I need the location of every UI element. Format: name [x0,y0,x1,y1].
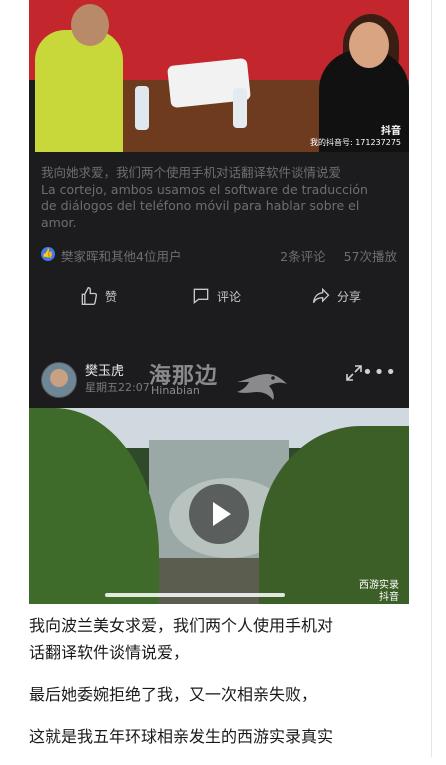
share-button[interactable]: 分享 [311,282,361,310]
post-actions: 赞 评论 分享 [29,282,409,310]
video-bottle [233,88,247,128]
feed-post-2-header: 樊玉虎 星期五22:07 海那边 Hinabian ••• [29,352,409,408]
video-watermark: 西游实录 抖音 [359,580,399,604]
username[interactable]: 樊玉虎 [85,360,124,379]
video-man-head [71,4,109,46]
video-progress-bar[interactable] [105,593,285,597]
page-right-edge [431,0,446,757]
caption-zh: 我向她求爱，我们两个使用手机对话翻译软件谈情说爱 [41,165,342,180]
comment-label: 评论 [217,289,242,304]
video-woman-head [349,22,389,68]
article-line: 话翻译软件谈情说爱， [29,643,190,662]
hinabian-watermark-en: Hinabian [151,384,200,397]
post-caption: 我向她求爱，我们两个使用手机对话翻译软件谈情说爱 La cortejo, amb… [41,165,401,231]
video-thumbnail-2[interactable]: 西游实录 抖音 [29,408,409,604]
likers-text[interactable]: 樊家晖和其他4位用户 [61,246,181,265]
douyin-account: 我的抖音号: 171237275 [309,138,401,147]
article-line: 我向波兰美女求爱，我们两个人使用手机对 [29,616,334,635]
thumbs-up-icon [81,286,98,305]
article-paragraph: 我向波兰美女求爱，我们两个人使用手机对 话翻译软件谈情说爱， [29,612,419,666]
comment-icon [193,288,209,305]
douyin-brand: 抖音 [381,126,401,137]
article-body: 我向波兰美女求爱，我们两个人使用手机对 话翻译软件谈情说爱， 最后她委婉拒绝了我… [29,612,419,765]
caption-es-line: La cortejo, ambos usamos el software de … [41,181,368,197]
post-counts: 2条评论 57次播放 [266,246,397,265]
thumbs-up-badge-icon: 👍 [41,247,55,261]
like-button[interactable]: 赞 [79,282,117,310]
avatar[interactable] [41,362,77,398]
video-man [35,30,123,152]
post-time: 星期五22:07 [85,381,150,394]
expand-icon[interactable] [345,364,363,382]
article-paragraph: 这就是我五年环球相亲发生的西游实录真实 [29,727,334,746]
plays-count: 57次播放 [343,249,397,264]
play-icon[interactable] [189,484,249,544]
caption-es-line: de diálogos del teléfono móvil para habl… [41,198,360,213]
like-label: 赞 [105,289,118,304]
share-icon [312,287,330,303]
hinabian-bird-logo-icon [237,374,287,400]
video-thumbnail-1[interactable]: 抖音 我的抖音号: 171237275 [29,0,409,152]
feed-post-1: 抖音 我的抖音号: 171237275 我向她求爱，我们两个使用手机对话翻译软件… [29,0,409,352]
video-watermark: 抖音 我的抖音号: 171237275 [310,126,401,148]
caption-es-line: amor. [41,214,77,230]
more-options-icon[interactable]: ••• [362,362,397,383]
comments-count[interactable]: 2条评论 [280,249,325,264]
video-bottle [135,86,149,130]
article-paragraph: 最后她委婉拒绝了我，又一次相亲失败， [29,685,318,704]
share-label: 分享 [337,289,362,304]
watermark-line: 抖音 [379,592,399,603]
comment-button[interactable]: 评论 [191,282,241,310]
watermark-line: 西游实录 [359,580,399,591]
post-meta-row: 👍 樊家晖和其他4位用户 2条评论 57次播放 [41,246,397,264]
